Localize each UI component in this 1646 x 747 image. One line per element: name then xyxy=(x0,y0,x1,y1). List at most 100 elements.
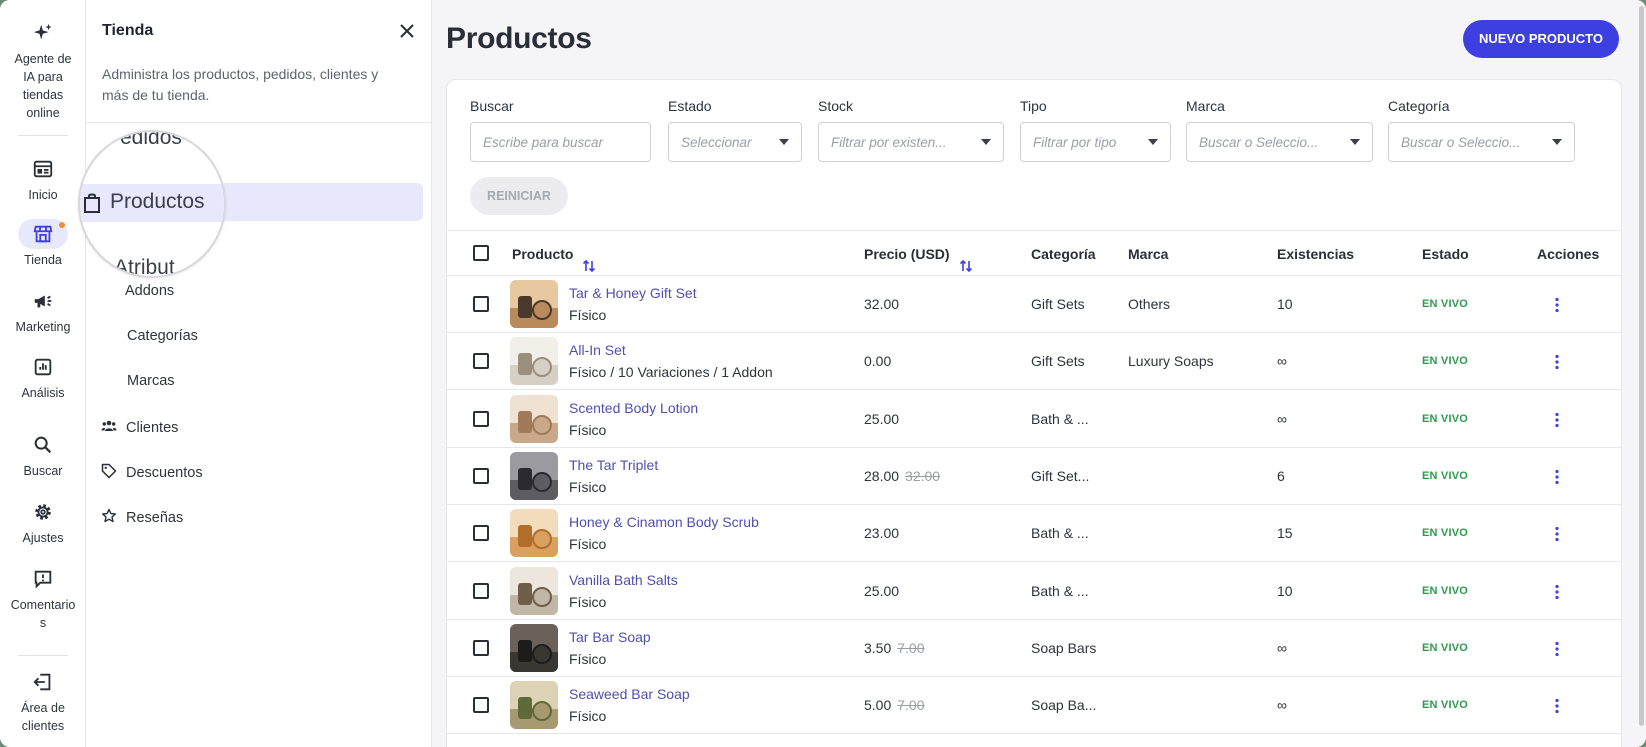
table-row[interactable]: Seaweed Bar Soap Físico 5.00 7.00 Soap Ba… xyxy=(447,677,1621,735)
column-header-product[interactable]: Producto xyxy=(512,231,597,277)
rail-item-inicio[interactable]: Inicio xyxy=(0,158,86,204)
store-icon xyxy=(32,223,54,245)
nav-item-marcas[interactable]: Marcas xyxy=(127,373,175,389)
rail-item-ai-agent[interactable]: Agente de IA para tiendas online xyxy=(0,22,86,122)
row-checkbox[interactable] xyxy=(473,582,489,599)
nav-item-clientes[interactable]: Clientes xyxy=(101,418,178,438)
filter-tipo: Tipo Filtrar por tipo xyxy=(1020,98,1171,162)
sort-icon[interactable] xyxy=(581,246,597,273)
product-name-link[interactable]: Honey & Cinamon Body Scrub xyxy=(569,514,759,530)
new-product-button[interactable]: NUEVO PRODUCTO xyxy=(1463,20,1619,58)
table-row[interactable]: Honey & Cinamon Body Scrub Físico 23.00 … xyxy=(447,505,1621,563)
row-checkbox[interactable] xyxy=(473,639,489,656)
scrollbar-thumb[interactable] xyxy=(1639,6,1644,726)
product-stock: ∞ xyxy=(1277,639,1287,656)
rail-item-area-clientes[interactable]: Área de clientes xyxy=(0,671,86,735)
rail-label: Inicio xyxy=(28,188,58,202)
row-checkbox[interactable] xyxy=(473,353,489,370)
product-thumbnail[interactable] xyxy=(510,337,558,386)
megaphone-icon xyxy=(32,290,54,312)
more-actions-icon[interactable] xyxy=(1548,525,1566,543)
table-row[interactable]: Tar & Honey Gift Set Físico 32.00 Gift S… xyxy=(447,276,1621,333)
product-type: Físico xyxy=(569,478,607,495)
product-thumbnail[interactable] xyxy=(510,280,558,328)
more-actions-icon[interactable] xyxy=(1548,640,1566,658)
product-price: 3.50 7.00 xyxy=(864,620,925,677)
row-checkbox[interactable] xyxy=(473,467,489,484)
product-thumbnail[interactable] xyxy=(510,509,558,558)
product-name-link[interactable]: Tar & Honey Gift Set xyxy=(569,285,697,301)
table-row[interactable]: Tar Bar Soap Físico 3.50 7.00 Soap Bars ∞… xyxy=(447,620,1621,677)
product-name-link[interactable]: Scented Body Lotion xyxy=(569,400,698,416)
product-name-link[interactable]: Vanilla Bath Salts xyxy=(569,572,678,588)
estado-select[interactable]: Seleccionar xyxy=(668,122,802,162)
product-price: 23.00 xyxy=(864,505,899,562)
tipo-select[interactable]: Filtrar por tipo xyxy=(1020,122,1171,162)
row-checkbox[interactable] xyxy=(473,296,489,312)
column-header-price[interactable]: Precio (USD) xyxy=(864,231,974,277)
select-all-checkbox[interactable] xyxy=(473,245,489,261)
table-row[interactable]: The Tar Triplet Físico 28.00 32.00 Gift S… xyxy=(447,448,1621,505)
main-content: Productos NUEVO PRODUCTO Buscar Escribe … xyxy=(432,0,1646,747)
nav-item-addons[interactable]: Addons xyxy=(125,283,174,299)
more-actions-icon[interactable] xyxy=(1548,583,1566,601)
product-name-link[interactable]: Seaweed Bar Soap xyxy=(569,686,690,702)
stock-select[interactable]: Filtrar por existen... xyxy=(818,122,1004,162)
nav-item-descuentos[interactable]: Descuentos xyxy=(101,463,203,483)
nav-label: Addons xyxy=(125,283,175,299)
table-row[interactable]: Scented Body Lotion Físico 25.00 Bath & … xyxy=(447,391,1621,448)
product-thumbnail[interactable] xyxy=(510,623,558,672)
more-actions-icon[interactable] xyxy=(1548,353,1566,371)
filter-categoria: Categoría Buscar o Seleccio... xyxy=(1388,98,1575,162)
product-thumbnail[interactable] xyxy=(510,394,558,443)
product-category: Bath & ... xyxy=(1031,582,1089,599)
product-name-link[interactable]: Tar Bar Soap xyxy=(569,629,651,645)
rail-label: Área de clientes xyxy=(21,701,65,733)
row-checkbox[interactable] xyxy=(473,697,489,714)
product-thumbnail[interactable] xyxy=(510,451,558,500)
rail-item-analisis[interactable]: Análisis xyxy=(0,356,86,402)
nav-item-categorias[interactable]: Categorías xyxy=(127,328,198,344)
magnified-nav-productos[interactable]: Productos xyxy=(110,190,205,214)
rail-item-ajustes[interactable]: Ajustes xyxy=(0,501,86,547)
categoria-select[interactable]: Buscar o Seleccio... xyxy=(1388,122,1575,162)
status-badge: EN VIVO xyxy=(1422,412,1469,425)
marca-select[interactable]: Buscar o Seleccio... xyxy=(1186,122,1373,162)
close-icon[interactable] xyxy=(398,22,416,40)
caret-down-icon xyxy=(1552,139,1562,145)
column-header-stock: Existencias xyxy=(1277,246,1355,262)
more-actions-icon[interactable] xyxy=(1548,468,1566,486)
search-input[interactable]: Escribe para buscar xyxy=(470,122,651,162)
rail-item-tienda[interactable]: Tienda xyxy=(0,223,86,269)
product-thumbnail[interactable] xyxy=(510,566,558,615)
original-price: 7.00 xyxy=(897,639,925,656)
table-row[interactable]: All-In Set Físico / 10 Variaciones / 1 A… xyxy=(447,333,1621,391)
rail-item-buscar[interactable]: Buscar xyxy=(0,434,86,480)
status-badge: EN VIVO xyxy=(1422,469,1469,482)
caret-down-icon xyxy=(981,139,991,145)
row-checkbox[interactable] xyxy=(473,525,489,542)
row-checkbox[interactable] xyxy=(473,410,489,427)
more-actions-icon[interactable] xyxy=(1548,296,1566,314)
more-actions-icon[interactable] xyxy=(1548,411,1566,429)
rail-item-comentarios[interactable]: Comentarios xyxy=(0,568,86,632)
table-row[interactable]: Vanilla Bath Salts Físico 25.00 Bath & .… xyxy=(447,563,1621,620)
product-name-link[interactable]: The Tar Triplet xyxy=(569,457,658,473)
product-name-link[interactable]: All-In Set xyxy=(569,342,626,358)
status-badge: EN VIVO xyxy=(1422,298,1469,310)
reset-button[interactable]: REINICIAR xyxy=(470,177,568,215)
nav-label: Clientes xyxy=(126,420,179,436)
product-stock: ∞ xyxy=(1277,697,1287,714)
product-price: 0.00 xyxy=(864,333,891,390)
rail-item-marketing[interactable]: Marketing xyxy=(0,290,86,336)
nav-item-resenas[interactable]: Reseñas xyxy=(101,508,183,528)
more-actions-icon[interactable] xyxy=(1548,697,1566,715)
exit-icon xyxy=(32,671,54,693)
column-header-status: Estado xyxy=(1422,246,1469,262)
product-category: Gift Sets xyxy=(1031,353,1085,370)
sort-icon[interactable] xyxy=(958,246,974,273)
status-badge: EN VIVO xyxy=(1422,584,1469,597)
product-thumbnail[interactable] xyxy=(510,681,558,730)
product-type: Físico xyxy=(569,708,607,725)
current-price: 32.00 xyxy=(864,296,900,312)
